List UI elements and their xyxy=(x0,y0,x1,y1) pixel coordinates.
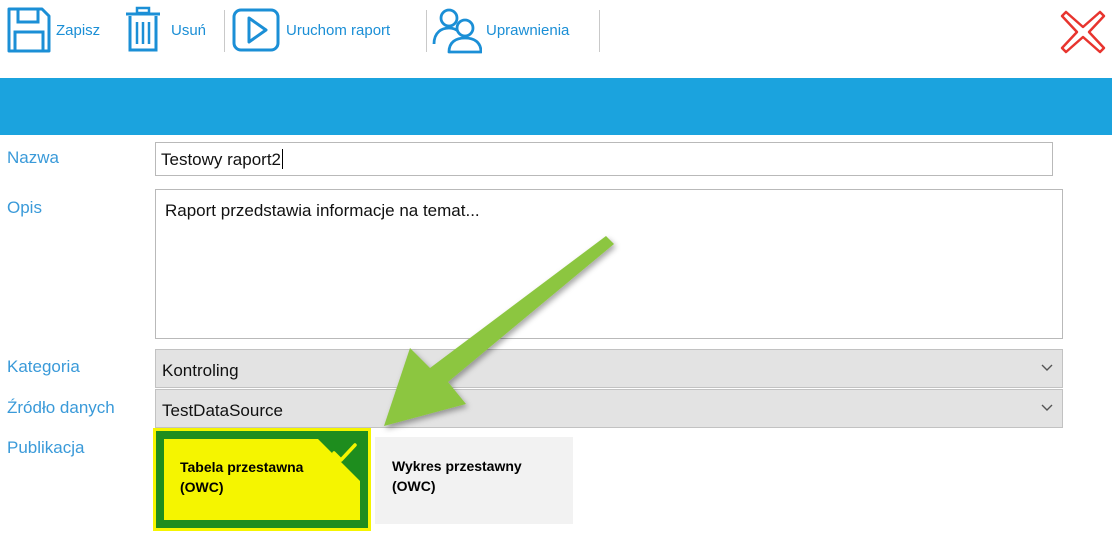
users-icon xyxy=(432,8,482,54)
name-input[interactable]: Testowy raport2 xyxy=(155,142,1053,176)
data-source-label: Źródło danych xyxy=(7,398,115,417)
chevron-down-icon xyxy=(1041,404,1053,411)
publication-option-pivot-table[interactable]: Tabela przestawna (OWC) xyxy=(156,431,368,528)
data-source-select[interactable]: TestDataSource xyxy=(155,389,1063,428)
permissions-button[interactable]: Uprawnienia xyxy=(432,4,569,56)
toolbar-separator xyxy=(426,10,427,52)
toolbar-separator xyxy=(224,10,225,52)
permissions-label: Uprawnienia xyxy=(486,21,570,39)
name-label: Nazwa xyxy=(7,148,59,167)
delete-label: Usuń xyxy=(171,21,207,39)
name-value: Testowy raport2 xyxy=(161,150,281,169)
text-caret xyxy=(282,149,283,169)
data-source-value: TestDataSource xyxy=(162,401,283,420)
publication-option-line2: (OWC) xyxy=(392,478,436,494)
floppy-disk-icon xyxy=(7,7,51,53)
category-select[interactable]: Kontroling xyxy=(155,349,1063,388)
play-icon xyxy=(232,8,280,52)
checkmark-icon xyxy=(317,438,361,482)
chevron-down-icon xyxy=(1041,364,1053,371)
toolbar: Zapisz Usuń Uruchom raport Uprawnienia xyxy=(0,0,1112,62)
toolbar-separator xyxy=(599,10,600,52)
header-band xyxy=(0,78,1112,135)
trash-icon xyxy=(126,6,160,52)
close-button[interactable] xyxy=(1058,8,1108,56)
run-report-label: Uruchom raport xyxy=(286,21,391,39)
save-label: Zapisz xyxy=(56,21,101,39)
publication-label: Publikacja xyxy=(7,438,85,457)
run-report-button[interactable]: Uruchom raport xyxy=(232,4,390,56)
publication-option-pivot-chart[interactable]: Wykres przestawny (OWC) xyxy=(375,437,573,524)
delete-button[interactable]: Usuń xyxy=(124,4,206,56)
category-value: Kontroling xyxy=(162,361,239,380)
description-textarea[interactable]: Raport przedstawia informacje na temat..… xyxy=(155,189,1063,339)
description-value: Raport przedstawia informacje na temat..… xyxy=(165,201,480,220)
publication-option-line1: Wykres przestawny xyxy=(392,458,522,474)
category-label: Kategoria xyxy=(7,357,80,376)
description-label: Opis xyxy=(7,198,42,217)
close-x-icon xyxy=(1060,10,1106,54)
save-button[interactable]: Zapisz xyxy=(6,4,100,56)
